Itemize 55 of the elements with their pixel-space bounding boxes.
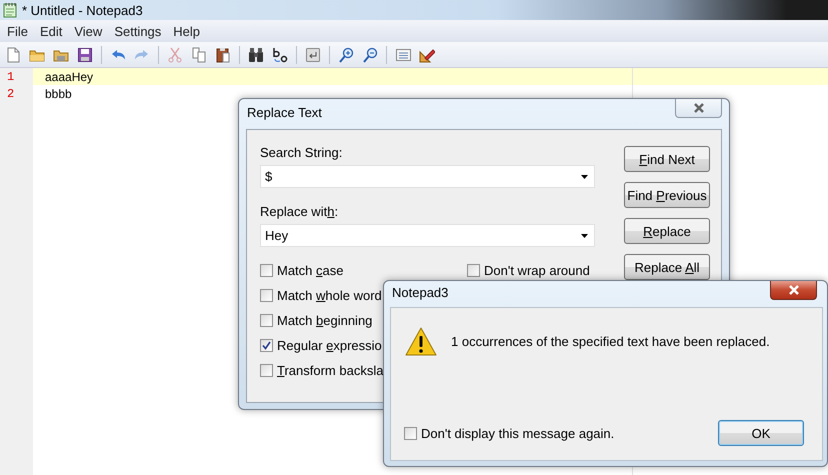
dialog-button[interactable]: Find Next bbox=[624, 146, 710, 172]
close-icon bbox=[786, 285, 800, 295]
dialog-button[interactable]: Replace All bbox=[624, 254, 710, 280]
checkbox[interactable] bbox=[260, 288, 273, 302]
list-panel-icon[interactable] bbox=[395, 46, 411, 62]
menu-item[interactable]: Settings bbox=[108, 24, 168, 38]
checkbox[interactable] bbox=[260, 338, 273, 352]
line-number: 2 bbox=[6, 86, 16, 100]
warning-icon bbox=[405, 327, 437, 357]
checkbox[interactable] bbox=[260, 264, 273, 276]
code-line: aaaaHey bbox=[44, 70, 94, 84]
dialog-button[interactable]: Find Previous bbox=[624, 182, 710, 208]
menu-item[interactable]: Edit bbox=[34, 24, 68, 38]
zoom-in-icon[interactable] bbox=[338, 46, 354, 62]
dialog-title: Replace Text bbox=[247, 105, 322, 120]
checkbox[interactable] bbox=[467, 264, 480, 276]
save-icon[interactable] bbox=[77, 46, 93, 62]
field-label: Replace with: bbox=[260, 204, 340, 220]
close-icon bbox=[692, 103, 706, 113]
window-title: * Untitled - Notepad3 bbox=[22, 2, 143, 18]
binoculars-icon[interactable] bbox=[248, 46, 264, 62]
menu-item[interactable]: File bbox=[0, 24, 34, 38]
dialog-title: Notepad3 bbox=[392, 284, 448, 300]
menu-item[interactable]: View bbox=[68, 24, 108, 38]
caret-icon bbox=[581, 234, 588, 238]
checkbox-label: Match whole word bbox=[277, 288, 382, 302]
close-button[interactable] bbox=[675, 99, 722, 118]
dialog-button[interactable]: Replace bbox=[624, 218, 710, 244]
replace-icon[interactable] bbox=[272, 46, 288, 62]
close-button[interactable] bbox=[770, 281, 817, 300]
new-document-icon[interactable] bbox=[5, 46, 21, 62]
copy-icon[interactable] bbox=[191, 46, 207, 62]
menu-item[interactable]: Help bbox=[167, 24, 206, 38]
line-number: 1 bbox=[6, 70, 16, 84]
zoom-out-icon[interactable] bbox=[362, 46, 378, 62]
return-key-icon[interactable] bbox=[305, 46, 321, 62]
checkbox[interactable] bbox=[404, 426, 417, 440]
replace-field[interactable]: Hey bbox=[260, 224, 595, 247]
ok-button[interactable]: OK bbox=[718, 420, 804, 446]
checkbox-label: Match case bbox=[277, 262, 344, 278]
code-line: bbbb bbox=[44, 86, 72, 100]
checkbox-label: Don't display this message again. bbox=[421, 426, 614, 440]
notepad-icon bbox=[3, 2, 17, 18]
checkbox-label: Don't wrap around bbox=[484, 262, 590, 278]
checkbox[interactable] bbox=[260, 314, 273, 326]
clipboard-icon[interactable] bbox=[215, 46, 231, 62]
ruler-pencil-icon[interactable] bbox=[419, 46, 435, 62]
field-label: Search String: bbox=[260, 145, 344, 161]
search-field[interactable]: $ bbox=[260, 165, 595, 188]
checkbox[interactable] bbox=[260, 364, 273, 376]
caret-icon bbox=[581, 174, 588, 178]
checkbox-label: Match beginning bbox=[277, 312, 372, 328]
checkbox-label: Transform backsla bbox=[277, 362, 384, 378]
message-text: 1 occurrences of the specified text have been replaced. bbox=[451, 334, 770, 351]
checkbox-label: Regular expressio bbox=[277, 338, 382, 352]
